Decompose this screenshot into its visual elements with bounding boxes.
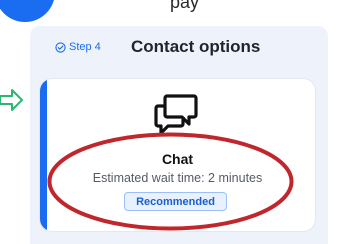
wait-time-text: Estimated wait time: 2 minutes bbox=[92, 171, 263, 185]
step-badge: Step 4 bbox=[55, 40, 101, 54]
check-circle-icon bbox=[55, 41, 66, 53]
recommended-badge: Recommended bbox=[124, 192, 227, 211]
step-badge-label: Step 4 bbox=[69, 41, 101, 53]
chat-option-card[interactable]: Chat Estimated wait time: 2 minutes Reco… bbox=[40, 79, 315, 231]
screenshot-stage: pay Step 4 Contact options Chat Estimate… bbox=[0, 0, 339, 244]
top-partial-text: pay bbox=[170, 0, 200, 12]
step-number-circle bbox=[0, 0, 55, 22]
option-title: Chat bbox=[161, 151, 194, 167]
section-title: Contact options bbox=[131, 37, 261, 56]
chat-bubbles-icon bbox=[154, 94, 198, 135]
pointer-arrow-icon bbox=[0, 89, 23, 111]
